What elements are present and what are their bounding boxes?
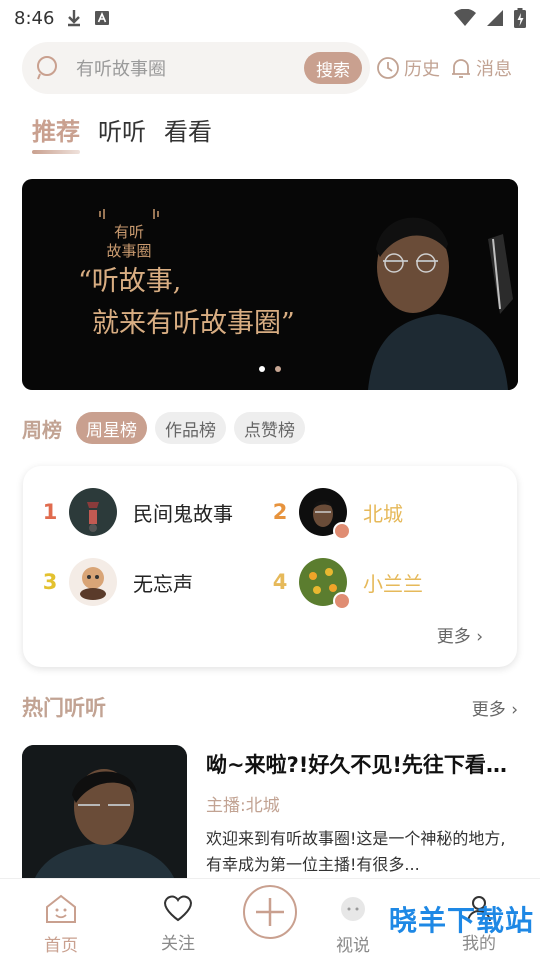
weekly-ranking-header: 周榜 周星榜 作品榜 点赞榜 [22, 412, 305, 444]
crown-badge-icon [333, 522, 351, 540]
nav-home[interactable]: 首页 [44, 893, 78, 956]
status-time: 8:46 [14, 7, 55, 29]
tab-recommend-label: 推荐 [32, 118, 80, 146]
banner-pagination [259, 366, 281, 372]
banner-carousel[interactable]: 有听 故事圈 “听故事, 就来有听故事圈” [22, 179, 518, 390]
ranking-more-link[interactable]: 更多 › [437, 622, 483, 647]
rank-name: 民间鬼故事 [133, 501, 233, 526]
chip-works-ranking[interactable]: 作品榜 [155, 412, 226, 444]
banner-logo: 有听 故事圈 [94, 207, 164, 261]
add-button[interactable] [243, 885, 297, 939]
banner-quote-line1: “听故事, [78, 266, 182, 297]
active-tab-indicator [32, 150, 80, 154]
rank-number: 3 [42, 570, 58, 594]
banner-quote-line2: 就来有听故事圈” [92, 308, 295, 339]
wifi-icon [454, 9, 476, 26]
weekly-title: 周榜 [22, 417, 62, 442]
banner-logo-line1: 有听 [113, 223, 144, 241]
tab-listen[interactable]: 听听 [98, 112, 146, 147]
crown-badge-icon [333, 592, 351, 610]
bell-icon [452, 59, 470, 78]
hot-item-text: 呦~来啦?!好久不见!先往下看看吧 主播:北城 欢迎来到有听故事圈!这是一个神秘… [206, 745, 518, 878]
status-bar: 8:46 [0, 0, 540, 36]
rank-name: 北城 [363, 501, 403, 526]
nav-watch[interactable]: 视说 [336, 893, 370, 956]
keyboard-icon [95, 11, 110, 25]
nav-follow-label: 关注 [161, 934, 195, 954]
heart-icon [163, 895, 193, 922]
hot-item-thumbnail [22, 745, 187, 885]
banner-quote: “听故事, 就来有听故事圈” [78, 261, 295, 345]
rank-item-3[interactable]: 3 无忘声 [39, 558, 193, 606]
rank-number: 2 [272, 500, 288, 524]
content-tabs: 推荐 听听 看看 [32, 112, 212, 154]
search-input[interactable]: 有听故事圈 搜索 [22, 42, 370, 94]
home-icon [46, 894, 76, 923]
rank-number: 1 [42, 500, 58, 524]
tab-listen-label: 听听 [98, 118, 146, 146]
sound-wave-icon [99, 209, 159, 219]
ranking-card: 1 民间鬼故事 2 北城 3 无忘声 4 小兰兰 更多 › [23, 466, 517, 667]
hot-item-title: 呦~来啦?!好久不见!先往下看看吧 [206, 753, 518, 777]
hot-item-host: 主播:北城 [206, 796, 280, 816]
rank-item-4[interactable]: 4 小兰兰 [269, 558, 423, 610]
avatar [299, 488, 351, 540]
tab-watch[interactable]: 看看 [164, 112, 212, 147]
sheep-icon [341, 897, 365, 921]
hot-listen-item[interactable]: 呦~来啦?!好久不见!先往下看看吧 主播:北城 欢迎来到有听故事圈!这是一个神秘… [22, 745, 518, 885]
tab-recommend[interactable]: 推荐 [32, 112, 80, 154]
banner-dot-1[interactable] [259, 366, 265, 372]
search-button[interactable]: 搜索 [304, 52, 362, 84]
rank-item-1[interactable]: 1 民间鬼故事 [39, 488, 233, 536]
site-watermark: 晓羊下载站 [388, 904, 534, 937]
tab-watch-label: 看看 [164, 118, 212, 146]
avatar [69, 558, 117, 606]
bottom-nav: 首页 关注 视说 我的 晓羊下载站 [0, 878, 540, 960]
chip-likes-ranking[interactable]: 点赞榜 [234, 412, 305, 444]
messages-label: 消息 [476, 59, 512, 80]
plus-icon [256, 898, 284, 926]
download-icon [68, 10, 81, 27]
banner-portrait-image [328, 179, 518, 390]
rank-number: 4 [272, 570, 288, 594]
header-actions: 历史 消息 [376, 55, 512, 81]
search-row: 有听故事圈 搜索 历史 消息 [22, 42, 527, 94]
search-placeholder: 有听故事圈 [76, 59, 166, 80]
avatar [299, 558, 351, 610]
messages-button[interactable]: 消息 [450, 55, 512, 81]
rank-item-2[interactable]: 2 北城 [269, 488, 403, 540]
chevron-right-icon: › [476, 627, 483, 647]
chevron-right-icon: › [511, 699, 518, 720]
history-button[interactable]: 历史 [376, 55, 440, 81]
rank-name: 无忘声 [133, 571, 193, 596]
avatar [69, 488, 117, 536]
battery-icon [514, 8, 526, 28]
clock-icon [377, 57, 399, 79]
hot-item-description: 欢迎来到有听故事圈!这是一个神秘的地方,有幸成为第一位主播!有很多... [206, 829, 506, 874]
search-icon [37, 56, 57, 80]
history-label: 历史 [404, 59, 440, 80]
banner-dot-2[interactable] [275, 366, 281, 372]
ranking-more-label: 更多 [436, 627, 471, 647]
signal-icon [487, 10, 503, 26]
hot-listen-header: 热门听听 更多 › [22, 692, 518, 722]
nav-watch-label: 视说 [336, 936, 370, 956]
hot-more-link[interactable]: 更多 › [472, 695, 518, 720]
banner-logo-line2: 故事圈 [106, 242, 152, 260]
chip-star-ranking[interactable]: 周星榜 [76, 412, 147, 444]
rank-name: 小兰兰 [363, 571, 423, 596]
hot-listen-title: 热门听听 [22, 696, 106, 720]
hot-more-label: 更多 [471, 699, 506, 720]
nav-home-label: 首页 [44, 936, 78, 956]
nav-follow[interactable]: 关注 [161, 893, 195, 954]
